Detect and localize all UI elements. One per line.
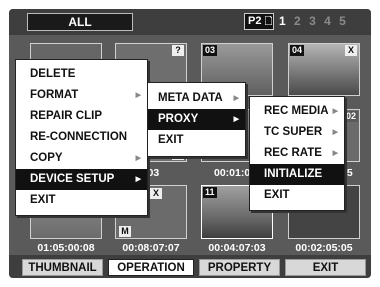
submenu-arrow-icon: ▶ [332, 150, 338, 157]
submenu-arrow-icon: ▶ [135, 92, 141, 99]
menu-item-exit[interactable]: EXIT [16, 190, 147, 211]
menu-item-format[interactable]: FORMAT ▶ [16, 85, 147, 106]
menu-item-exit[interactable]: EXIT [250, 185, 344, 206]
clip-timecode: 00:02:05:05 [295, 242, 353, 254]
menu-item-rec-rate[interactable]: REC RATE ▶ [250, 143, 344, 164]
menu-item-label: PROXY [158, 113, 199, 125]
menu-item-label: DELETE [30, 68, 76, 80]
all-clips-tab[interactable]: ALL [27, 13, 133, 31]
menu-item-label: RE-CONNECTION [30, 131, 128, 143]
slot-1[interactable]: 1 [279, 14, 286, 28]
tab-property[interactable]: PROPERTY [199, 259, 280, 276]
menu-item-repair-clip[interactable]: REPAIR CLIP [16, 106, 147, 127]
clip-number: 02 [343, 111, 358, 122]
menu-item-label: REPAIR CLIP [30, 110, 102, 122]
menu-item-label: EXIT [158, 134, 184, 146]
submenu-arrow-icon: ▶ [233, 95, 239, 102]
submenu-arrow-icon: ▶ [332, 129, 338, 136]
menu-item-re-connection[interactable]: RE-CONNECTION [16, 127, 147, 148]
menu-item-label: COPY [30, 152, 63, 164]
card-slot-numbers: 1 2 3 4 5 [279, 14, 351, 28]
slot-4[interactable]: 4 [324, 14, 331, 28]
tab-exit[interactable]: EXIT [285, 259, 366, 276]
p2-card-indicator: P2 [244, 13, 274, 30]
menu-item-device-setup[interactable]: DEVICE SETUP ▶ [16, 169, 147, 190]
menu-item-rec-media[interactable]: REC MEDIA ▶ [250, 101, 344, 122]
submenu-arrow-icon: ▶ [233, 116, 239, 123]
menu-item-copy[interactable]: COPY ▶ [16, 148, 147, 169]
menu-item-initialize[interactable]: INITIALIZE [250, 164, 344, 185]
proxy-submenu: REC MEDIA ▶ TC SUPER ▶ REC RATE ▶ INITIALIZ… [249, 96, 345, 211]
menu-item-proxy[interactable]: PROXY ▶ [148, 109, 245, 130]
clip-thumbnail-04[interactable]: 04 X [288, 43, 360, 96]
card-icon [264, 15, 273, 26]
menu-item-label: EXIT [30, 194, 56, 206]
clip-timecode: 01:05:00:08 [37, 242, 95, 254]
menu-item-exit[interactable]: EXIT [148, 130, 245, 151]
bottom-tab-bar: THUMBNAIL OPERATION PROPERTY EXIT [9, 255, 371, 278]
menu-item-meta-data[interactable]: META DATA ▶ [148, 88, 245, 109]
submenu-arrow-icon: ▶ [332, 108, 338, 115]
slot-3[interactable]: 3 [309, 14, 316, 28]
device-setup-submenu: META DATA ▶ PROXY ▶ EXIT [147, 82, 246, 157]
menu-item-tc-super[interactable]: TC SUPER ▶ [250, 122, 344, 143]
menu-item-label: DEVICE SETUP [30, 173, 115, 185]
top-bar: ALL P2 1 2 3 4 5 [9, 9, 371, 35]
clip-number: 03 [203, 45, 218, 56]
submenu-arrow-icon: ▶ [135, 176, 141, 183]
clip-number: 11 [203, 187, 217, 198]
tab-thumbnail[interactable]: THUMBNAIL [22, 259, 103, 276]
clip-timecode: 00:08:07:07 [122, 242, 180, 254]
menu-item-label: TC SUPER [264, 126, 323, 138]
tab-operation[interactable]: OPERATION [108, 259, 194, 276]
slot-2[interactable]: 2 [294, 14, 301, 28]
menu-item-label: FORMAT [30, 89, 79, 101]
thumbnail-screen: ALL P2 1 2 3 4 5 ? 03 04 X W 02 3:01:03 … [9, 9, 371, 278]
marker-badge: M [119, 226, 131, 237]
p2-label: P2 [248, 15, 262, 27]
unknown-clip-badge: ? [172, 45, 184, 56]
defective-clip-badge: X [150, 188, 162, 199]
slot-5[interactable]: 5 [339, 14, 346, 28]
menu-item-label: EXIT [264, 189, 290, 201]
defective-clip-badge: X [345, 45, 357, 56]
menu-item-label: META DATA [158, 92, 223, 104]
menu-item-label: INITIALIZE [264, 168, 323, 180]
clip-timecode: 00:04:07:03 [208, 242, 266, 254]
clip-number: 04 [290, 45, 305, 56]
submenu-arrow-icon: ▶ [135, 155, 141, 162]
menu-item-delete[interactable]: DELETE [16, 64, 147, 85]
menu-item-label: REC MEDIA [264, 105, 329, 117]
menu-item-label: REC RATE [264, 147, 322, 159]
operation-menu: DELETE FORMAT ▶ REPAIR CLIP RE-CONNECTION… [15, 59, 148, 216]
